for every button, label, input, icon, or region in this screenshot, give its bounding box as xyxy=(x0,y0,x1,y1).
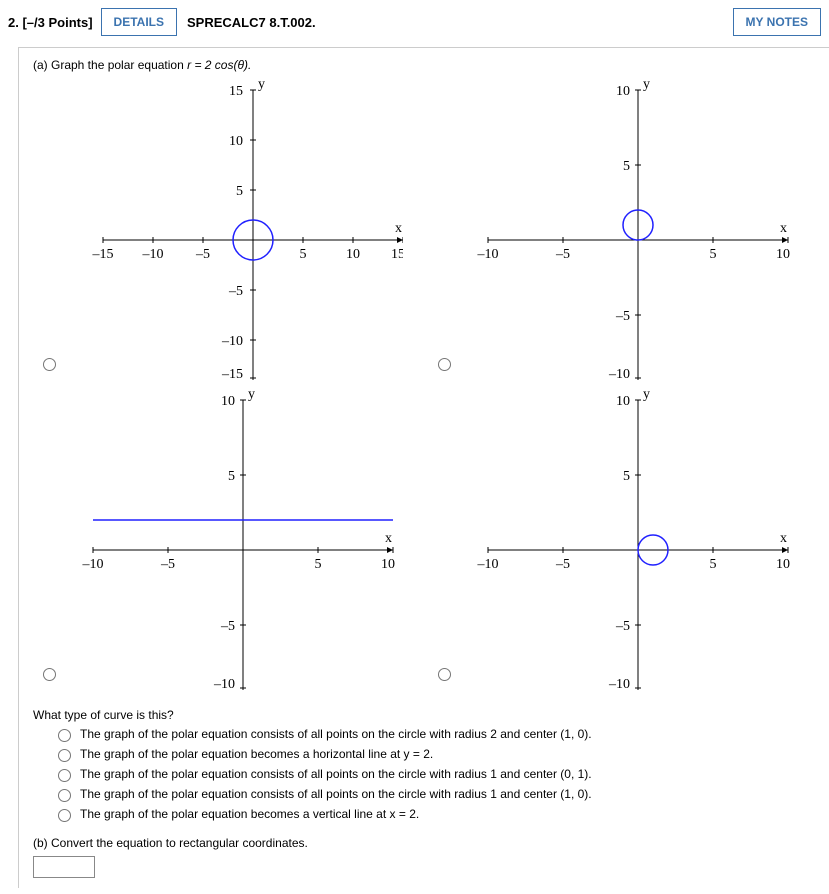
svg-text:10: 10 xyxy=(616,84,630,99)
svg-text:–5: –5 xyxy=(220,619,235,634)
svg-text:5: 5 xyxy=(623,469,630,484)
graph-radio-2[interactable] xyxy=(438,358,451,371)
svg-text:x: x xyxy=(395,221,402,236)
svg-text:y: y xyxy=(258,80,265,92)
svg-text:–10: –10 xyxy=(608,677,630,690)
svg-text:–5: –5 xyxy=(555,247,570,262)
svg-text:10: 10 xyxy=(221,394,235,409)
graph-svg-2: –10 –5 5 10 10 5 –5 –10 y x xyxy=(458,80,798,380)
details-button[interactable]: DETAILS xyxy=(101,8,177,36)
svg-text:–5: –5 xyxy=(615,309,630,324)
graph-svg-1: –15 –10 –5 5 10 15 15 10 5 –5 –10 –15 y xyxy=(63,80,403,380)
mc-option-1[interactable]: The graph of the polar equation consists… xyxy=(53,726,819,742)
svg-text:–5: –5 xyxy=(160,557,175,572)
svg-text:5: 5 xyxy=(710,247,717,262)
svg-text:x: x xyxy=(780,221,787,236)
mc-option-4[interactable]: The graph of the polar equation consists… xyxy=(53,786,819,802)
svg-text:5: 5 xyxy=(315,557,322,572)
svg-text:5: 5 xyxy=(228,469,235,484)
svg-text:15: 15 xyxy=(229,84,243,99)
svg-text:–5: –5 xyxy=(228,284,243,299)
svg-text:–5: –5 xyxy=(615,619,630,634)
mc-option-3[interactable]: The graph of the polar equation consists… xyxy=(53,766,819,782)
svg-text:x: x xyxy=(385,531,392,546)
svg-text:–5: –5 xyxy=(195,247,210,262)
graph-radio-3[interactable] xyxy=(43,668,56,681)
svg-text:–10: –10 xyxy=(477,557,499,572)
source-code: SPRECALC7 8.T.002. xyxy=(187,15,316,30)
mc-option-2[interactable]: The graph of the polar equation becomes … xyxy=(53,746,819,762)
svg-text:–10: –10 xyxy=(608,367,630,380)
graph-options: –15 –10 –5 5 10 15 15 10 5 –5 –10 –15 y xyxy=(33,80,813,690)
svg-text:10: 10 xyxy=(346,247,360,262)
graph-radio-4[interactable] xyxy=(438,668,451,681)
graph-radio-1[interactable] xyxy=(43,358,56,371)
svg-text:–5: –5 xyxy=(555,557,570,572)
svg-text:y: y xyxy=(643,80,650,92)
graph-option-3: –10 –5 5 10 10 5 –5 –10 y x xyxy=(33,390,418,690)
svg-text:y: y xyxy=(643,390,650,402)
curve-type-question: What type of curve is this? xyxy=(33,708,819,722)
svg-text:5: 5 xyxy=(236,184,243,199)
svg-text:5: 5 xyxy=(623,159,630,174)
svg-text:–10: –10 xyxy=(142,247,164,262)
svg-text:–10: –10 xyxy=(221,334,243,349)
graph-option-4: –10 –5 5 10 10 5 –5 –10 y x xyxy=(428,390,813,690)
svg-text:–15: –15 xyxy=(92,247,114,262)
svg-text:5: 5 xyxy=(710,557,717,572)
part-b-prompt: (b) Convert the equation to rectangular … xyxy=(33,836,819,850)
mc-radio-2[interactable] xyxy=(58,749,71,762)
mc-radio-3[interactable] xyxy=(58,769,71,782)
svg-text:10: 10 xyxy=(616,394,630,409)
svg-text:y: y xyxy=(248,390,255,402)
part-a-prompt: (a) Graph the polar equation r = 2 cos(θ… xyxy=(33,58,819,72)
graph-svg-3: –10 –5 5 10 10 5 –5 –10 y x xyxy=(63,390,403,690)
svg-text:–10: –10 xyxy=(477,247,499,262)
graph-option-1: –15 –10 –5 5 10 15 15 10 5 –5 –10 –15 y xyxy=(33,80,418,380)
svg-text:10: 10 xyxy=(776,557,790,572)
svg-text:–10: –10 xyxy=(213,677,235,690)
mc-radio-1[interactable] xyxy=(58,729,71,742)
graph-svg-4: –10 –5 5 10 10 5 –5 –10 y x xyxy=(458,390,798,690)
question-content: (a) Graph the polar equation r = 2 cos(θ… xyxy=(18,47,829,888)
mc-radio-4[interactable] xyxy=(58,789,71,802)
svg-text:–15: –15 xyxy=(221,367,243,380)
answer-input[interactable] xyxy=(33,856,95,878)
svg-text:–10: –10 xyxy=(82,557,104,572)
graph-option-2: –10 –5 5 10 10 5 –5 –10 y x xyxy=(428,80,813,380)
question-number: 2. [–/3 Points] xyxy=(8,15,93,30)
svg-text:x: x xyxy=(780,531,787,546)
mc-option-5[interactable]: The graph of the polar equation becomes … xyxy=(53,806,819,822)
svg-text:10: 10 xyxy=(381,557,395,572)
svg-text:15: 15 xyxy=(391,247,403,262)
question-header: 2. [–/3 Points] DETAILS SPRECALC7 8.T.00… xyxy=(0,0,829,45)
svg-text:5: 5 xyxy=(300,247,307,262)
mc-radio-5[interactable] xyxy=(58,809,71,822)
mc-options: The graph of the polar equation consists… xyxy=(53,726,819,822)
my-notes-button[interactable]: MY NOTES xyxy=(733,8,821,36)
svg-text:10: 10 xyxy=(776,247,790,262)
svg-text:10: 10 xyxy=(229,134,243,149)
